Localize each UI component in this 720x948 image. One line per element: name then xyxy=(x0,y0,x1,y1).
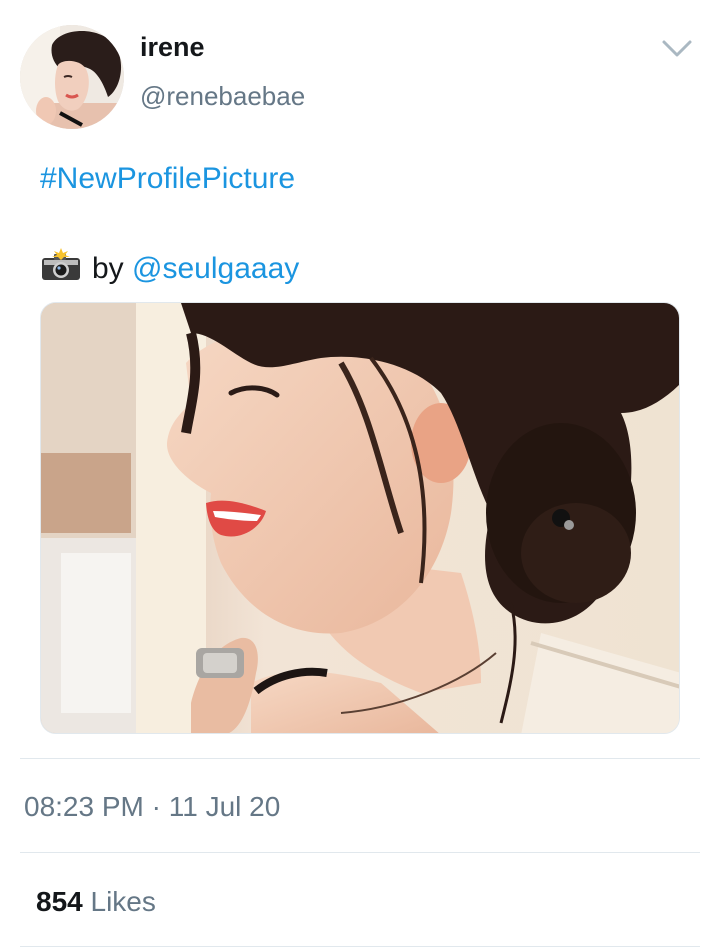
tweet-time: 08:23 PM xyxy=(24,791,144,822)
tweet-detail: irene @renebaebae #NewProfilePicture by … xyxy=(0,0,720,948)
avatar[interactable] xyxy=(20,25,124,129)
likes-stat[interactable]: 854 Likes xyxy=(36,888,156,916)
photo-image xyxy=(41,303,679,733)
photo-credit-line: by @seulgaaay xyxy=(40,248,299,284)
author-handle[interactable]: @renebaebae xyxy=(140,83,305,109)
tweet-date: 11 Jul 20 xyxy=(168,791,281,822)
tweet-options-button[interactable] xyxy=(661,38,693,60)
likes-count: 854 xyxy=(36,886,83,917)
credit-prefix: by xyxy=(92,252,124,285)
tweet-photo[interactable] xyxy=(40,302,680,734)
divider xyxy=(20,758,700,759)
likes-label: Likes xyxy=(90,886,156,917)
avatar-image xyxy=(20,25,124,129)
tweet-timestamp[interactable]: 08:23 PM · 11 Jul 20 xyxy=(24,793,280,821)
divider xyxy=(20,946,700,947)
divider xyxy=(20,852,700,853)
timestamp-separator: · xyxy=(151,791,161,822)
author-display-name[interactable]: irene xyxy=(140,34,205,61)
camera-with-flash-icon xyxy=(40,248,82,282)
hashtag-link[interactable]: #NewProfilePicture xyxy=(40,164,295,194)
mention-link[interactable]: @seulgaaay xyxy=(132,252,299,285)
chevron-down-icon xyxy=(662,40,692,57)
